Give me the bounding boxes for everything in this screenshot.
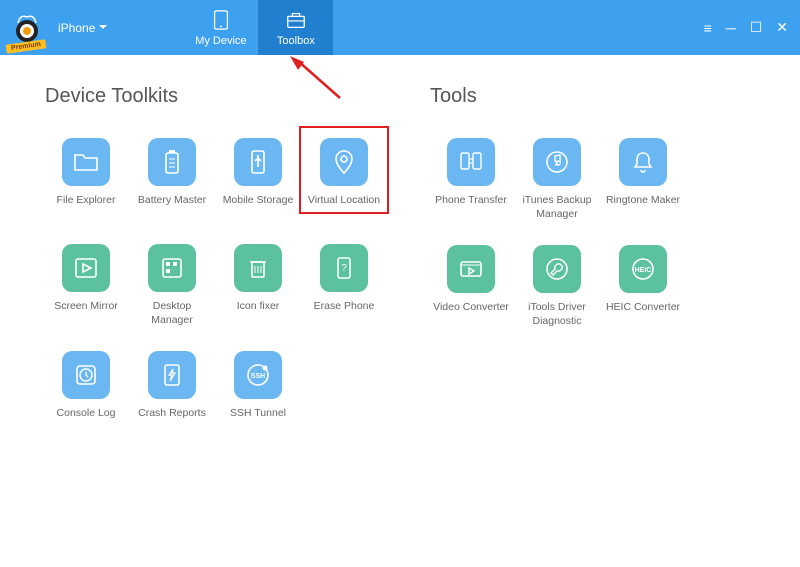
window-controls: ≡ ─ ☐ ✕ <box>704 0 800 55</box>
device-label: iPhone <box>58 21 95 35</box>
tool-ssh-tunnel[interactable]: SSH SSH Tunnel <box>217 351 299 433</box>
usb-icon <box>234 138 282 186</box>
video-icon <box>447 245 495 293</box>
tool-console-log[interactable]: Console Log <box>45 351 127 433</box>
tab-toolbox[interactable]: Toolbox <box>258 0 333 55</box>
tab-label: My Device <box>195 35 246 47</box>
tool-label: Ringtone Maker <box>606 194 680 220</box>
tool-itools-diagnostic[interactable]: iTools Driver Diagnostic <box>516 245 598 328</box>
toolkit-grid: File Explorer Battery Master Mobile Stor… <box>45 138 395 453</box>
minimize-button[interactable]: ─ <box>726 20 736 36</box>
ssh-icon: SSH <box>234 351 282 399</box>
tool-label: Screen Mirror <box>54 300 118 326</box>
tool-label: Virtual Location <box>308 194 380 220</box>
toolbox-icon <box>284 9 308 31</box>
tool-itunes-backup[interactable]: iTunes Backup Manager <box>516 138 598 221</box>
bell-icon <box>619 138 667 186</box>
tool-phone-transfer[interactable]: Phone Transfer <box>430 138 512 221</box>
tool-virtual-location[interactable]: Virtual Location <box>303 138 385 220</box>
tool-label: HEIC Converter <box>606 301 680 327</box>
tab-label: Toolbox <box>277 35 315 47</box>
tool-label: iTools Driver Diagnostic <box>516 301 598 328</box>
menu-icon[interactable]: ≡ <box>704 20 712 36</box>
tool-label: Mobile Storage <box>223 194 294 220</box>
wrench-icon <box>533 245 581 293</box>
tool-label: SSH Tunnel <box>230 407 286 433</box>
device-toolkits-section: Device Toolkits File Explorer Battery Ma… <box>45 85 395 537</box>
tool-label: Desktop Manager <box>131 300 213 327</box>
trash-icon <box>234 244 282 292</box>
svg-text:HEIC: HEIC <box>635 267 652 274</box>
section-title: Device Toolkits <box>45 85 395 108</box>
tool-video-converter[interactable]: Video Converter <box>430 245 512 328</box>
tool-heic-converter[interactable]: HEIC HEIC Converter <box>602 245 684 328</box>
maximize-button[interactable]: ☐ <box>750 19 763 36</box>
tool-label: Crash Reports <box>138 407 206 433</box>
tool-label: iTunes Backup Manager <box>516 194 598 221</box>
tool-label: Phone Transfer <box>435 194 507 220</box>
svg-text:?: ? <box>341 263 347 274</box>
device-selector[interactable]: iPhone <box>52 17 113 39</box>
tool-label: Video Converter <box>433 301 509 327</box>
clock-icon <box>62 351 110 399</box>
content-area: Device Toolkits File Explorer Battery Ma… <box>0 55 800 567</box>
tool-crash-reports[interactable]: Crash Reports <box>131 351 213 433</box>
section-title: Tools <box>430 85 755 108</box>
music-refresh-icon <box>533 138 581 186</box>
svg-text:SSH: SSH <box>251 373 265 380</box>
tool-mobile-storage[interactable]: Mobile Storage <box>217 138 299 220</box>
tool-ringtone-maker[interactable]: Ringtone Maker <box>602 138 684 221</box>
nav-tabs: My Device Toolbox <box>183 0 333 55</box>
folder-icon <box>62 138 110 186</box>
app-window: Premium iPhone My Device Toolbox ≡ ─ ☐ ✕ <box>0 0 800 567</box>
app-logo: Premium <box>8 9 46 47</box>
battery-icon <box>148 138 196 186</box>
phone-swap-icon <box>447 138 495 186</box>
tool-erase-phone[interactable]: ? Erase Phone <box>303 244 385 327</box>
logo-area: Premium iPhone <box>0 0 123 55</box>
tablet-icon <box>209 9 233 31</box>
tool-label: Erase Phone <box>314 300 375 326</box>
play-icon <box>62 244 110 292</box>
lightning-doc-icon <box>148 351 196 399</box>
chevron-down-icon <box>99 25 107 30</box>
tool-screen-mirror[interactable]: Screen Mirror <box>45 244 127 327</box>
tools-section: Tools Phone Transfer iTunes Backup Manag… <box>430 85 755 537</box>
heic-icon: HEIC <box>619 245 667 293</box>
tool-label: Icon fixer <box>237 300 280 326</box>
location-pin-icon <box>320 138 368 186</box>
tool-label: Battery Master <box>138 194 206 220</box>
tool-battery-master[interactable]: Battery Master <box>131 138 213 220</box>
grid-icon <box>148 244 196 292</box>
tool-desktop-manager[interactable]: Desktop Manager <box>131 244 213 327</box>
tool-file-explorer[interactable]: File Explorer <box>45 138 127 220</box>
tool-label: Console Log <box>57 407 116 433</box>
tool-label: File Explorer <box>57 194 116 220</box>
close-button[interactable]: ✕ <box>776 19 788 36</box>
header: Premium iPhone My Device Toolbox ≡ ─ ☐ ✕ <box>0 0 800 55</box>
tools-grid: Phone Transfer iTunes Backup Manager Rin… <box>430 138 755 349</box>
phone-question-icon: ? <box>320 244 368 292</box>
tool-icon-fixer[interactable]: Icon fixer <box>217 244 299 327</box>
tab-my-device[interactable]: My Device <box>183 0 258 55</box>
